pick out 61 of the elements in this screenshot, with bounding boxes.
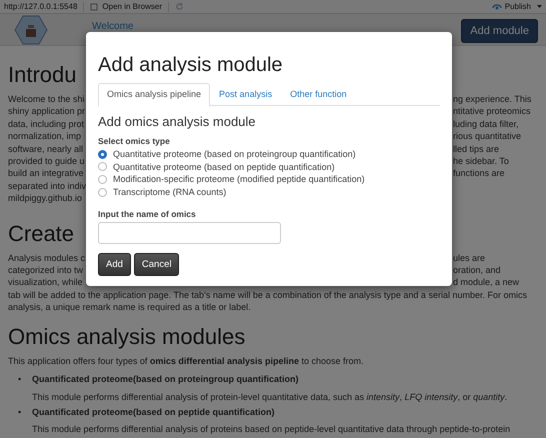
paragraph-fragment: mildpiggy.github.io <box>8 192 83 205</box>
paragraph-fragment: Welcome to the shi <box>8 93 85 106</box>
caret-icon[interactable] <box>537 4 542 8</box>
paragraph-fragment: build an integrative <box>8 167 85 180</box>
publish-icon[interactable] <box>492 2 502 10</box>
add-module-button[interactable]: Add module <box>461 18 538 42</box>
paragraph-fragment: visualization, while <box>8 276 84 289</box>
radio-button[interactable] <box>98 188 107 197</box>
module-title: Quantificated proteome(based on proteingroup quantification) <box>32 373 299 386</box>
paragraph-fragment: shiny application pr <box>8 105 85 118</box>
address-text: http://127.0.0.1:5548 <box>4 2 78 11</box>
paragraph-fragment: data, including prot <box>8 118 85 130</box>
radio-label[interactable]: Quantitative proteome (based on peptide quantification) <box>113 162 335 172</box>
section-heading: Create <box>8 220 74 247</box>
paragraph-fragment: Analysis modules c <box>8 252 85 264</box>
paragraph-fragment: functions are <box>453 167 506 180</box>
cancel-button[interactable]: Cancel <box>134 253 180 276</box>
section-subtitle: Add omics analysis module <box>98 114 257 129</box>
paragraph-fragment: normalization, imp <box>8 130 82 143</box>
radio-label[interactable]: Transcriptome (RNA counts) <box>113 187 226 198</box>
section-heading: Omics analysis modules <box>8 324 246 350</box>
paragraph-fragment: software, nearly all <box>8 142 84 156</box>
section-heading: Introdu <box>8 62 76 88</box>
input-field[interactable] <box>98 222 281 244</box>
module-description: This module performs differential analysis of protein-level quantitative data, such as intensity, LFQ intensity, or quantity. <box>32 390 508 403</box>
modal-tab[interactable]: Post analysis <box>210 83 282 105</box>
radio-button[interactable] <box>98 174 107 184</box>
publish-button[interactable]: Publish <box>504 2 531 11</box>
radio-label[interactable]: Modification-specific proteome (modified peptide quantification) <box>113 174 365 184</box>
bullet-marker: • <box>18 406 22 419</box>
modal-tab[interactable]: Other function <box>281 83 356 105</box>
paragraph-fragment: lled tips are <box>453 142 500 156</box>
field-label: Input the name of omics <box>98 209 197 220</box>
add-button[interactable]: Add <box>98 253 131 276</box>
module-title: Quantificated proteome(based on peptide quantification) <box>32 406 275 418</box>
window-icon[interactable] <box>90 2 100 11</box>
radio-button[interactable] <box>98 150 107 159</box>
paragraph-fragment: rious quantitative <box>453 130 522 143</box>
refresh-icon[interactable] <box>175 2 184 11</box>
paragraph-line: analysis, a unique remark name is required as a title or label. <box>8 301 251 314</box>
modal-tab[interactable]: Omics analysis pipeline <box>98 83 210 107</box>
modal-title: Add analysis module <box>98 54 284 77</box>
radio-label[interactable]: Quantitative proteome (based on proteingroup quantification) <box>113 149 356 160</box>
paragraph-line: tab will be added to the application page. The tab’s name will be a combination of the analysis type and a serial number. For omics <box>8 288 527 302</box>
paragraph-fragment: provided to guide u <box>8 155 85 168</box>
paragraph-fragment: ntitative proteomics <box>453 105 532 118</box>
paragraph-fragment: oration, and <box>453 264 502 276</box>
paragraph-fragment: categorized into tw <box>8 264 84 276</box>
logo-icon[interactable] <box>14 14 48 44</box>
intro-paragraph: This application offers four types of omics differential analysis pipeline to choose from. <box>8 354 364 368</box>
module-description: This module performs differential analysis of proteins based on peptide-level quantitative data through peptide-to-protein <box>32 423 510 436</box>
paragraph-fragment: ng experience. This <box>453 93 532 106</box>
paragraph-fragment: separated into indiv <box>8 180 85 192</box>
open-in-browser-button[interactable]: Open in Browser <box>102 2 162 11</box>
field-label: Select omics type <box>98 136 171 146</box>
paragraph-fragment: luding data filter, <box>453 118 520 130</box>
radio-button[interactable] <box>98 162 107 172</box>
paragraph-fragment: he sidebar. To <box>453 155 510 168</box>
bullet-marker: • <box>18 373 22 386</box>
paragraph-fragment: d module, a new <box>453 276 520 289</box>
paragraph-fragment: ules are <box>453 252 486 264</box>
